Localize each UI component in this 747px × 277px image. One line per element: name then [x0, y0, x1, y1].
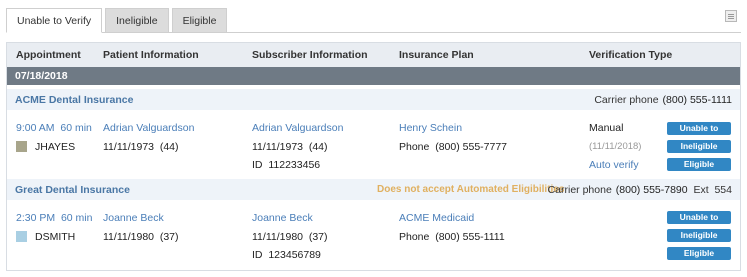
appointment-duration[interactable]: 60 min [60, 122, 92, 134]
tab-bar: Unable to Verify Ineligible Eligible [6, 8, 230, 33]
table-row: 2:30 PM 60 min DSMITH Joanne Beck 11/11/… [7, 200, 740, 270]
verification-type: Manual [589, 122, 624, 134]
ineligible-button[interactable]: Ineligible [667, 229, 731, 242]
col-verification: Verification Type [589, 49, 673, 61]
appointment-time[interactable]: 2:30 PM 60 min [16, 212, 92, 224]
plan-phone-value: (800) 555-1111 [435, 231, 505, 243]
patient-dob-value: 11/11/1973 [103, 141, 154, 153]
date-band: 07/18/2018 [7, 67, 740, 85]
carrier-row: Great Dental Insurance Does not accept A… [7, 179, 740, 200]
carrier-phone-value: (800) 555-7890 [615, 184, 688, 196]
table-header: Appointment Patient Information Subscrib… [7, 43, 740, 67]
carrier-name: ACME Dental Insurance [15, 94, 134, 106]
patient-name-link[interactable]: Joanne Beck [103, 212, 164, 224]
subscriber-dob: 11/11/1980 (37) [252, 231, 328, 243]
carrier-name: Great Dental Insurance [15, 184, 130, 196]
ext-label: Ext [693, 184, 709, 196]
subscriber-id-value: 123456789 [268, 249, 321, 261]
patient-name-link[interactable]: Adrian Valguardson [103, 122, 194, 134]
automated-eligibility-warning: Does not accept Automated Eligibilities [377, 184, 565, 195]
plan-phone-label: Phone [399, 141, 430, 153]
ineligible-button[interactable]: Ineligible [667, 140, 731, 153]
subscriber-id-label: ID [252, 249, 263, 261]
unable-to-verify-button[interactable]: Unable to Verify [667, 211, 731, 235]
provider-code: DSMITH [35, 231, 76, 243]
subscriber-id: ID 112233456 [252, 159, 320, 171]
subscriber-id-value: 112233456 [268, 159, 321, 171]
carrier-phone: Carrier phone (800) 555-1111 [594, 94, 732, 106]
date-label: 07/18/2018 [15, 70, 68, 82]
patient-age: (44) [159, 141, 179, 153]
list-icon[interactable] [725, 10, 737, 22]
col-appointment: Appointment [16, 49, 81, 61]
subscriber-id: ID 123456789 [252, 249, 321, 261]
appointment-time-text[interactable]: 2:30 PM [16, 212, 55, 224]
subscriber-dob-value: 11/11/1973 [252, 141, 303, 153]
appointment-time-text[interactable]: 9:00 AM [16, 122, 55, 134]
unable-to-verify-button[interactable]: Unable to Verify [667, 122, 731, 146]
subscriber-dob-value: 11/11/1980 [252, 231, 303, 243]
subscriber-dob: 11/11/1973 (44) [252, 141, 328, 153]
table-row: 9:00 AM 60 min JHAYES Adrian Valguardson… [7, 110, 740, 178]
carrier-phone-value: (800) 555-1111 [662, 94, 732, 106]
patient-dob: 11/11/1980 (37) [103, 231, 179, 243]
auto-verify-link[interactable]: Auto verify [589, 159, 639, 171]
subscriber-age: (37) [308, 231, 328, 243]
col-patient: Patient Information [103, 49, 199, 61]
tab-unable-to-verify[interactable]: Unable to Verify [6, 8, 103, 33]
tab-eligible[interactable]: Eligible [171, 8, 228, 33]
ext-value: 554 [714, 184, 732, 196]
provider-color-swatch [16, 141, 27, 152]
patient-dob-value: 11/11/1980 [103, 231, 154, 243]
plan-phone: Phone (800) 555-1111 [399, 231, 505, 243]
appointment-time[interactable]: 9:00 AM 60 min [16, 122, 92, 134]
plan-name-link[interactable]: Henry Schein [399, 122, 462, 134]
provider: DSMITH [16, 231, 75, 243]
eligible-button[interactable]: Eligible [667, 247, 731, 260]
subscriber-age: (44) [308, 141, 328, 153]
plan-phone: Phone (800) 555-7777 [399, 141, 507, 153]
provider-code: JHAYES [35, 141, 76, 153]
carrier-phone-label: Carrier phone [547, 184, 612, 196]
subscriber-id-label: ID [252, 159, 263, 171]
subscriber-name-link[interactable]: Joanne Beck [252, 212, 313, 224]
eligible-button[interactable]: Eligible [667, 158, 731, 171]
patient-age: (37) [159, 231, 179, 243]
plan-phone-label: Phone [399, 231, 430, 243]
col-subscriber: Subscriber Information [252, 49, 368, 61]
patient-dob: 11/11/1973 (44) [103, 141, 179, 153]
verification-panel: Appointment Patient Information Subscrib… [6, 42, 741, 271]
tab-divider [6, 32, 741, 33]
plan-name-link[interactable]: ACME Medicaid [399, 212, 474, 224]
tab-ineligible[interactable]: Ineligible [105, 8, 169, 33]
carrier-row: ACME Dental Insurance Carrier phone (800)… [7, 89, 740, 110]
provider: JHAYES [16, 141, 75, 153]
carrier-phone: Carrier phone (800) 555-7890 Ext 554 [548, 184, 732, 196]
carrier-phone-label: Carrier phone [594, 94, 659, 106]
subscriber-name-link[interactable]: Adrian Valguardson [252, 122, 343, 134]
provider-color-swatch [16, 231, 27, 242]
appointment-duration[interactable]: 60 min [61, 212, 93, 224]
col-plan: Insurance Plan [399, 49, 474, 61]
plan-phone-value: (800) 555-7777 [435, 141, 508, 153]
verification-date: (11/11/2018) [589, 141, 642, 152]
